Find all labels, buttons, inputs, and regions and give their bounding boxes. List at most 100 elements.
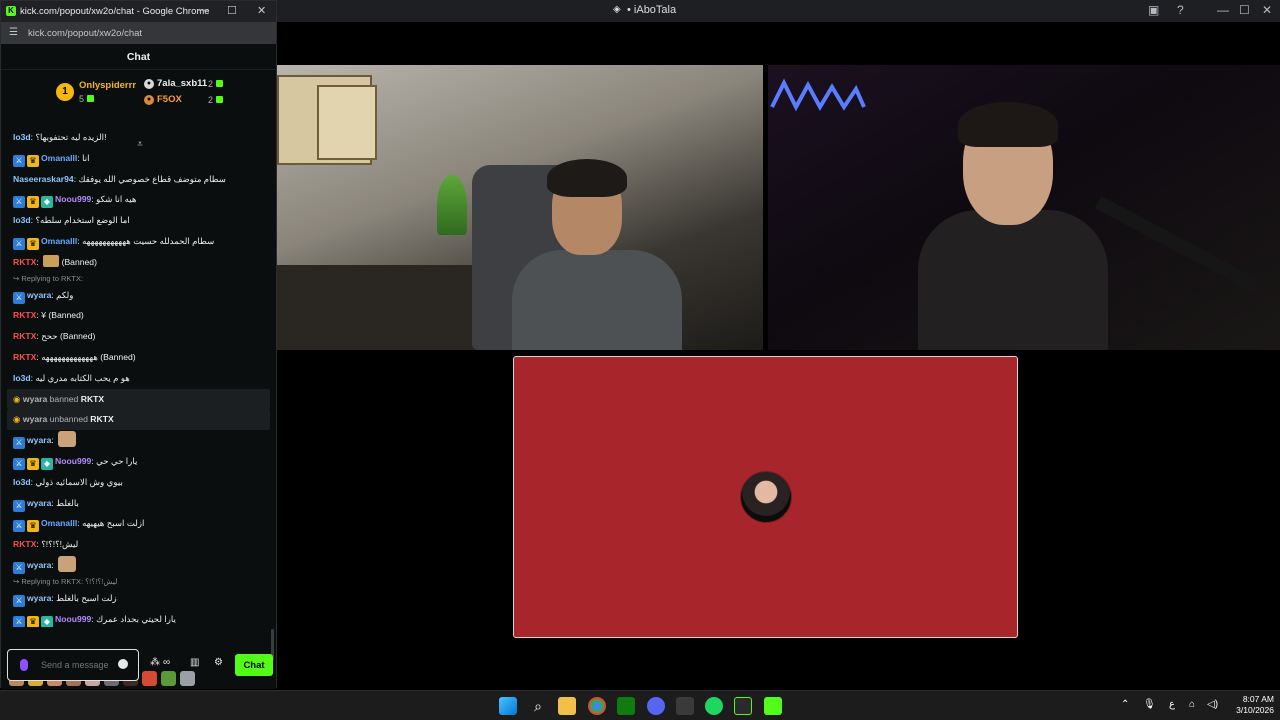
vip-badge-icon: ♛ — [27, 457, 39, 470]
chat-username[interactable]: lo3d — [13, 477, 31, 487]
chat-username[interactable]: wyara — [27, 435, 51, 445]
site-info-icon[interactable]: ☰ — [9, 27, 18, 38]
chat-message: RKTX: ¥ (Banned) — [7, 305, 270, 326]
vip-badge-icon: ♛ — [27, 237, 39, 250]
chat-message: lo3d: بيوي وش الاسمائيه ذولي — [7, 472, 270, 493]
leader-2-name[interactable]: 7ala_sxb11 — [157, 78, 207, 89]
video-tile-left[interactable] — [277, 65, 763, 350]
minimize-button[interactable]: — — [1217, 3, 1229, 17]
close-button[interactable]: ✕ — [1262, 3, 1272, 17]
chat-input[interactable] — [41, 653, 111, 677]
address-bar[interactable]: ☰ kick.com/popout/xw2o/chat — [1, 22, 276, 44]
chat-text: هههههههههههههه (Banned) — [41, 351, 136, 362]
chat-text: انا — [82, 152, 90, 163]
clock-date: 3/10/2026 — [1236, 705, 1274, 715]
chat-username[interactable]: wyara — [27, 593, 51, 603]
chat-username[interactable]: RKTX — [13, 257, 36, 267]
tray-chevron-icon[interactable]: ⌃ — [1121, 699, 1129, 710]
kick-icon[interactable] — [764, 697, 782, 715]
clock[interactable]: 8:07 AM 3/10/2026 — [1222, 694, 1274, 716]
video-tile-right[interactable] — [768, 65, 1280, 350]
chat-message: RKTX: ليش!؟!؟!؟ — [7, 534, 270, 555]
emote-10[interactable] — [180, 671, 195, 686]
screen-share-icon[interactable]: ▣ — [1148, 3, 1159, 17]
search-icon[interactable]: ⌕ — [529, 697, 547, 715]
settings-gear-icon[interactable]: ⚙ — [214, 657, 223, 668]
send-chat-button[interactable]: Chat — [235, 654, 273, 676]
audio-only-tile[interactable] — [513, 356, 1018, 638]
app-icon[interactable] — [676, 697, 694, 715]
chat-username[interactable]: Noou999 — [55, 456, 91, 466]
maximize-button[interactable]: ☐ — [227, 4, 237, 17]
mic-tray-icon[interactable]: 🎙 — [1143, 699, 1156, 710]
minimize-button[interactable]: — — [197, 4, 208, 16]
chat-message: ⚔ ♛ Omanalll: سطام الحمدلله حسيت ههههههههه… — [7, 231, 270, 252]
maximize-button[interactable]: ☐ — [1239, 3, 1250, 17]
emote-9[interactable] — [161, 671, 176, 686]
start-icon[interactable] — [499, 697, 517, 715]
chat-message: ⚔ ♛ Omanalll: ازلت اسبح هيهيهه — [7, 513, 270, 534]
file-explorer-icon[interactable] — [558, 697, 576, 715]
call-window-titlebar: ◈ • iAboTala ▣ ? — ☐ ✕ — [277, 0, 1280, 22]
chat-username[interactable]: RKTX — [13, 331, 36, 341]
chat-composer[interactable] — [7, 649, 139, 681]
reply-text: Replying to RKTX: — [21, 273, 84, 283]
chat-username[interactable]: RKTX — [13, 539, 36, 549]
chat-message: RKTX: ححح (Banned) — [7, 326, 270, 347]
mic-icon[interactable] — [20, 659, 28, 671]
mod-badge-icon: ⚔ — [13, 154, 25, 167]
chat-username[interactable]: Omanalll — [41, 236, 77, 246]
leader-1-name[interactable]: Onlyspiderrr — [79, 80, 136, 91]
volume-icon[interactable]: ◁) — [1207, 699, 1218, 710]
mod-actor[interactable]: wyara — [23, 394, 47, 404]
emoji-picker-icon[interactable] — [118, 659, 128, 669]
mod-badge-icon: ⚔ — [13, 499, 25, 512]
chat-colon: : — [51, 559, 57, 570]
chat-username[interactable]: Noou999 — [55, 194, 91, 204]
url-text[interactable]: kick.com/popout/xw2o/chat — [28, 28, 142, 39]
chat-username[interactable]: wyara — [27, 498, 51, 508]
mod-target[interactable]: RKTX — [90, 414, 113, 424]
leader-3-name[interactable]: F5OX — [157, 94, 182, 105]
chat-username[interactable]: Omanalll — [41, 518, 77, 528]
chat-username[interactable]: Omanalll — [41, 153, 77, 163]
chat-username[interactable]: wyara — [27, 290, 51, 300]
chat-username[interactable]: wyara — [27, 560, 51, 570]
chat-username[interactable]: RKTX — [13, 310, 36, 320]
vip-badge-icon: ♛ — [27, 615, 39, 627]
store-icon[interactable]: ▥ — [190, 657, 199, 668]
network-icon[interactable]: ⌂ — [1189, 699, 1195, 710]
kick-app-icon[interactable] — [734, 697, 752, 715]
help-icon[interactable]: ? — [1177, 3, 1184, 17]
input-language[interactable]: ع — [1169, 699, 1175, 710]
emote-8[interactable] — [142, 671, 157, 686]
infinity-icon[interactable]: ∞ — [163, 657, 170, 668]
chat-username[interactable]: lo3d — [13, 132, 31, 142]
chat-username[interactable]: RKTX — [13, 352, 36, 362]
chat-text: اما الوضع استخدام سلطه؟ — [35, 215, 130, 226]
mod-actor[interactable]: wyara — [23, 414, 47, 424]
spotify-icon[interactable] — [705, 697, 723, 715]
streamer-right — [918, 102, 1108, 350]
chat-message-list[interactable]: lo3d: الزيده ليه تحتفوبها؟! ⚔ ♛ Omanalll: ا… — [7, 127, 270, 627]
chat-text: ازلت اسبح هيهيهه — [82, 518, 145, 529]
chat-username[interactable]: Noou999 — [55, 614, 91, 624]
discord-icon[interactable] — [647, 697, 665, 715]
mod-target[interactable]: RKTX — [81, 394, 104, 404]
chrome-icon[interactable] — [588, 697, 606, 715]
chat-username[interactable]: lo3d — [13, 373, 31, 383]
sub-badge-icon: ◆ — [41, 615, 53, 627]
chat-username[interactable]: lo3d — [13, 215, 31, 225]
vip-badge-icon: ♛ — [27, 154, 39, 167]
chat-username[interactable]: Naseeraskar94 — [13, 174, 74, 184]
chat-text: يارا لحيتي بحداد عمرك — [96, 613, 176, 624]
mod-badge-icon: ⚔ — [13, 457, 25, 470]
participant-avatar — [740, 471, 792, 523]
close-button[interactable]: ✕ — [257, 4, 266, 17]
users-icon[interactable]: ⁂ — [150, 657, 160, 668]
window-title: kick.com/popout/xw2o/chat - Google Chrom… — [20, 6, 210, 17]
chat-text: زلت اسبح بالغلط — [56, 592, 117, 603]
chat-text: الزيده ليه تحتفوبها؟! — [35, 132, 107, 142]
xbox-icon[interactable] — [617, 697, 635, 715]
chat-text: يارا حي حي — [96, 455, 138, 466]
